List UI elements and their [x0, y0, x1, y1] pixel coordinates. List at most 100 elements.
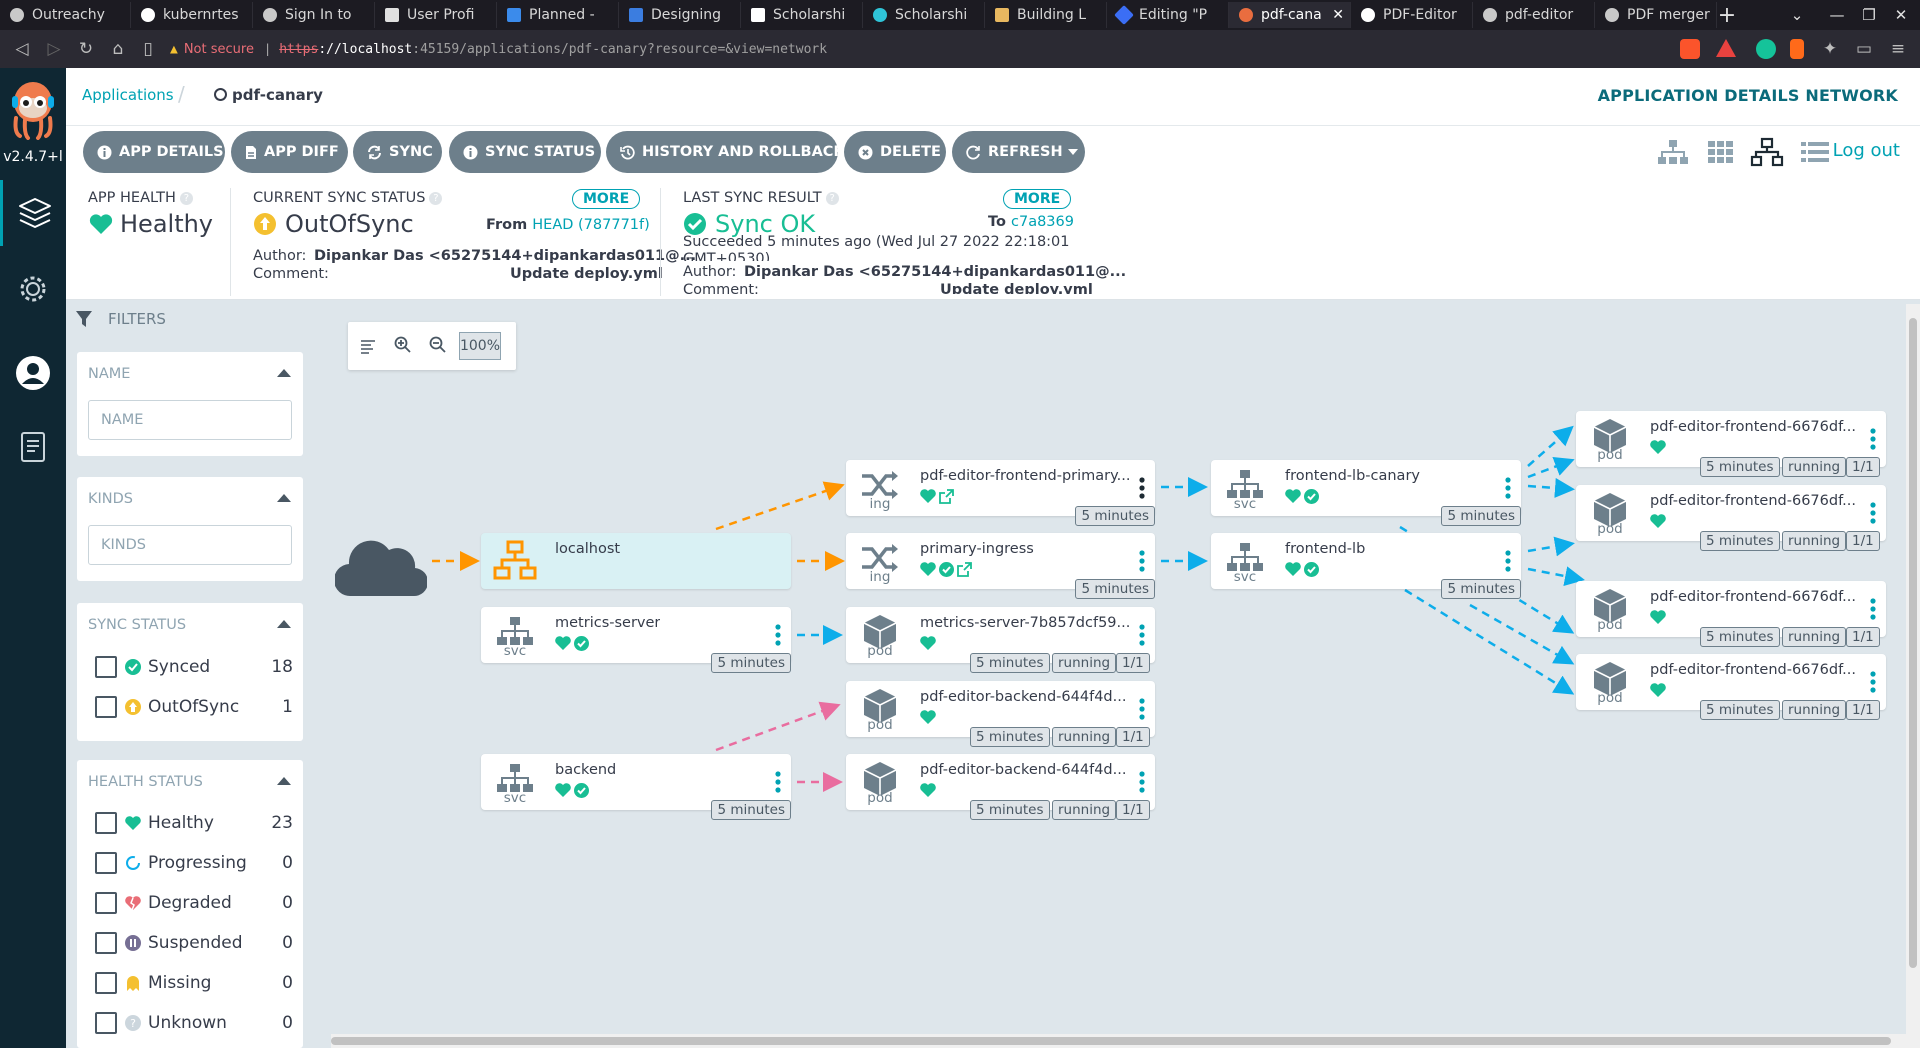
heart-icon: [920, 782, 936, 797]
node-status: [1650, 439, 1666, 455]
edge-svc-pod: [1469, 603, 1575, 665]
edge-svc-pod: [1527, 566, 1585, 586]
node-kind: pod: [1597, 690, 1623, 706]
zoom-in-icon[interactable]: [394, 336, 412, 354]
node-status: [1285, 488, 1319, 504]
ready-tag: 1/1: [1116, 653, 1150, 673]
age-tag: 5 minutes: [1700, 457, 1780, 477]
external-link-icon: [939, 488, 954, 504]
kebab-menu-icon[interactable]: [1870, 427, 1876, 451]
heart-icon: [920, 488, 936, 503]
node-kind: pod: [867, 643, 893, 659]
edge-svc-pod: [1527, 477, 1575, 498]
age-tag: 5 minutes: [1700, 627, 1780, 647]
node-kind: svc: [503, 790, 527, 806]
external-link-icon: [957, 561, 972, 577]
node-pod-frontend[interactable]: pod pdf-editor-frontend-6676df... 5 minu…: [1576, 654, 1886, 720]
node-name: frontend-lb: [1285, 541, 1366, 557]
node-status: [920, 782, 936, 798]
age-tag: 5 minutes: [970, 800, 1050, 820]
node-primary-ingress[interactable]: ing primary-ingress 5 minutes: [846, 533, 1155, 599]
kebab-menu-icon[interactable]: [1505, 549, 1511, 573]
node-kind: pod: [1597, 617, 1623, 633]
status-tag: running: [1782, 531, 1847, 551]
age-tag: 5 minutes: [970, 727, 1050, 747]
node-name: pdf-editor-backend-644f4d...: [920, 689, 1127, 705]
node-kind: pod: [1597, 521, 1623, 537]
node-ingress-frontend-primary[interactable]: ing pdf-editor-frontend-primary... 5 min…: [846, 460, 1155, 526]
node-status: [1650, 682, 1666, 698]
kebab-menu-icon[interactable]: [775, 623, 781, 647]
kebab-menu-icon[interactable]: [1139, 770, 1145, 794]
kebab-menu-icon[interactable]: [1870, 597, 1876, 621]
edge-localhost-ingress: [715, 481, 845, 531]
node-status: [1285, 561, 1319, 577]
heart-icon: [555, 782, 571, 797]
horizontal-scrollbar-thumb[interactable]: [331, 1037, 1891, 1045]
heart-icon: [1650, 513, 1666, 528]
internet-cloud-icon: [335, 532, 427, 598]
kebab-menu-icon[interactable]: [1870, 670, 1876, 694]
heart-icon: [920, 709, 936, 724]
align-icon[interactable]: [360, 338, 376, 354]
node-name: backend: [555, 762, 617, 778]
node-name: pdf-editor-frontend-primary...: [920, 468, 1131, 484]
node-name: metrics-server-7b857dcf59...: [920, 615, 1131, 631]
ready-tag: 1/1: [1116, 727, 1150, 747]
status-tag: running: [1052, 727, 1117, 747]
kebab-menu-icon[interactable]: [1139, 476, 1145, 500]
node-name: metrics-server: [555, 615, 661, 631]
age-tag: 5 minutes: [1700, 700, 1780, 720]
heart-icon: [1650, 439, 1666, 454]
kebab-menu-icon[interactable]: [1139, 697, 1145, 721]
vertical-scrollbar-thumb[interactable]: [1909, 318, 1917, 968]
node-backend[interactable]: svc backend 5 minutes: [481, 754, 791, 820]
status-tag: running: [1052, 653, 1117, 673]
node-name: localhost: [555, 541, 621, 557]
node-pod-backend[interactable]: pod pdf-editor-backend-644f4d... 5 minut…: [846, 681, 1155, 747]
kebab-menu-icon[interactable]: [1139, 549, 1145, 573]
status-tag: running: [1782, 627, 1847, 647]
kebab-menu-icon[interactable]: [1139, 623, 1145, 647]
node-name: frontend-lb-canary: [1285, 468, 1420, 484]
node-kind: pod: [867, 717, 893, 733]
edge-svc-pod: [1527, 456, 1575, 479]
age-tag: 5 minutes: [1441, 506, 1521, 526]
node-kind: pod: [1597, 447, 1623, 463]
node-metrics-server[interactable]: svc metrics-server 5 minutes: [481, 607, 791, 673]
edge-svc-pod: [1404, 588, 1575, 695]
kebab-menu-icon[interactable]: [1870, 501, 1876, 525]
synced-check-icon: [1304, 561, 1319, 577]
node-pod-frontend[interactable]: pod pdf-editor-frontend-6676df... 5 minu…: [1576, 411, 1886, 477]
heart-icon: [1650, 682, 1666, 697]
node-kind: svc: [1233, 569, 1257, 585]
node-localhost[interactable]: localhost: [481, 533, 791, 589]
heart-icon: [555, 635, 571, 650]
node-pod-frontend[interactable]: pod pdf-editor-frontend-6676df... 5 minu…: [1576, 581, 1886, 647]
heart-icon: [1650, 609, 1666, 624]
age-tag: 5 minutes: [1441, 579, 1521, 599]
zoom-out-icon[interactable]: [429, 336, 447, 354]
node-frontend-lb-canary[interactable]: svc frontend-lb-canary 5 minutes: [1211, 460, 1521, 526]
status-tag: running: [1052, 800, 1117, 820]
node-kind: pod: [867, 790, 893, 806]
age-tag: 5 minutes: [970, 653, 1050, 673]
node-pod-frontend[interactable]: pod pdf-editor-frontend-6676df... 5 minu…: [1576, 485, 1886, 551]
zoom-level[interactable]: 100%: [459, 332, 501, 360]
kebab-menu-icon[interactable]: [775, 770, 781, 794]
node-status: [555, 635, 589, 651]
node-frontend-lb[interactable]: svc frontend-lb 5 minutes: [1211, 533, 1521, 599]
node-status: [1650, 609, 1666, 625]
synced-check-icon: [574, 782, 589, 798]
edge-svc-pod: [1527, 536, 1575, 557]
ready-tag: 1/1: [1846, 457, 1880, 477]
ready-tag: 1/1: [1116, 800, 1150, 820]
age-tag: 5 minutes: [711, 653, 791, 673]
synced-check-icon: [939, 561, 954, 577]
status-tag: running: [1782, 457, 1847, 477]
node-pod-metrics-server[interactable]: pod metrics-server-7b857dcf59... 5 minut…: [846, 607, 1155, 673]
kebab-menu-icon[interactable]: [1505, 476, 1511, 500]
heart-icon: [920, 635, 936, 650]
node-pod-backend[interactable]: pod pdf-editor-backend-644f4d... 5 minut…: [846, 754, 1155, 820]
age-tag: 5 minutes: [711, 800, 791, 820]
